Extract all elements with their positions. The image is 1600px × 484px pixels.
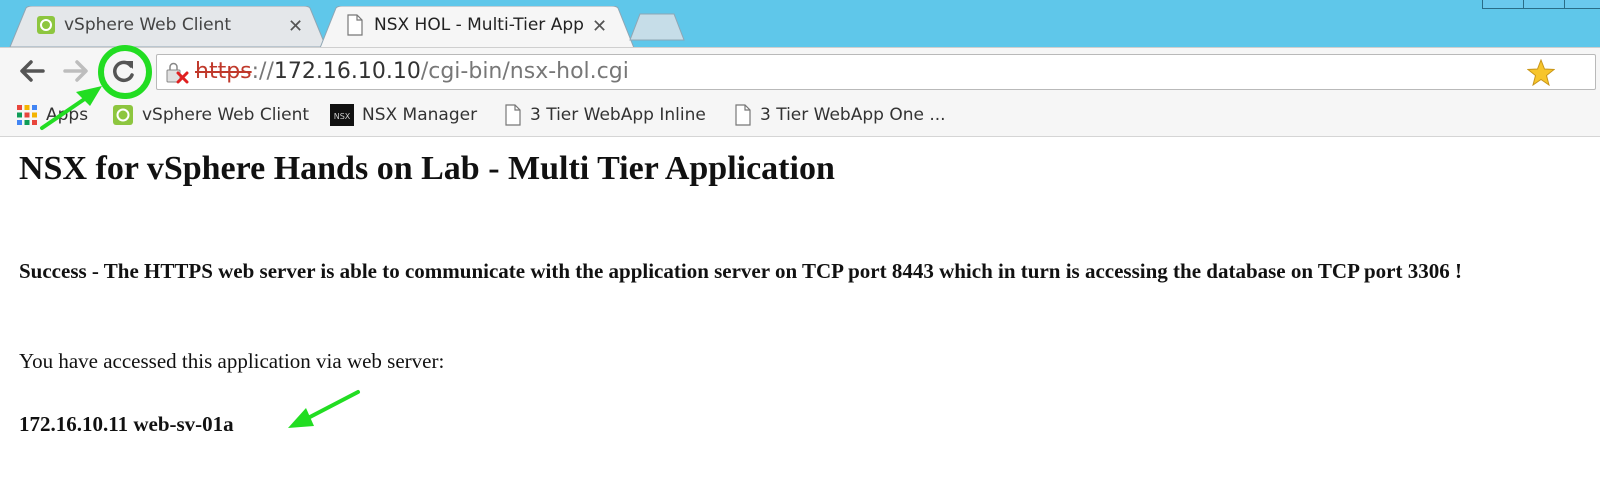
- nsx-icon: NSX: [330, 104, 354, 126]
- document-icon: [505, 104, 521, 126]
- url-scheme: https: [195, 59, 252, 84]
- tab-label: vSphere Web Client: [64, 15, 232, 35]
- bookmark-3-tier-webapp-one[interactable]: 3 Tier WebApp One ...: [734, 102, 946, 128]
- server-info: 172.16.10.11 web-sv-01a: [19, 412, 234, 436]
- tab-vsphere-web-client[interactable]: vSphere Web Client ✕: [8, 6, 328, 47]
- bookmark-vsphere-web-client[interactable]: vSphere Web Client: [112, 102, 309, 128]
- bookmark-nsx-manager[interactable]: NSX NSX Manager: [330, 102, 477, 128]
- bookmark-label: Apps: [46, 105, 89, 125]
- bookmark-star-icon[interactable]: [1527, 59, 1555, 86]
- bookmarks-bar: Apps vSphere Web Client NSX NSX Manager …: [0, 94, 1600, 137]
- svg-text:NSX: NSX: [334, 112, 351, 121]
- apps-grid-icon: [17, 105, 37, 125]
- bookmark-label: 3 Tier WebApp One ...: [760, 105, 946, 125]
- success-message: Success - The HTTPS web server is able t…: [19, 259, 1462, 283]
- url-path: /cgi-bin/nsx-hol.cgi: [420, 59, 629, 84]
- toolbar: https://172.16.10.10/cgi-bin/nsx-hol.cgi: [0, 47, 1600, 95]
- access-text: You have accessed this application via w…: [19, 349, 445, 373]
- vsphere-icon: [37, 16, 55, 34]
- bookmark-label: vSphere Web Client: [142, 105, 310, 125]
- url-text: https://172.16.10.10/cgi-bin/nsx-hol.cgi: [195, 59, 629, 85]
- tab-label: NSX HOL - Multi-Tier App: [374, 15, 584, 35]
- vsphere-icon: [113, 105, 133, 125]
- tab-strip: vSphere Web Client ✕ NSX HOL - Multi-Tie…: [0, 0, 1600, 48]
- tab-nsx-hol[interactable]: NSX HOL - Multi-Tier App ✕: [318, 6, 636, 48]
- new-tab-button[interactable]: [628, 6, 686, 47]
- close-window-button[interactable]: [1564, 0, 1600, 9]
- forward-arrow-icon: [63, 60, 88, 82]
- bookmark-label: 3 Tier WebApp Inline: [530, 105, 706, 125]
- address-bar[interactable]: https://172.16.10.10/cgi-bin/nsx-hol.cgi: [156, 54, 1596, 90]
- document-icon: [735, 104, 751, 126]
- url-host: 172.16.10.10: [273, 59, 421, 84]
- close-tab-icon[interactable]: ✕: [288, 18, 303, 36]
- back-arrow-icon: [20, 60, 45, 82]
- forward-button[interactable]: [60, 56, 92, 86]
- annotation-arrow-server: [288, 390, 360, 428]
- bookmark-label: NSX Manager: [362, 105, 478, 125]
- bookmark-apps[interactable]: Apps: [16, 102, 88, 128]
- back-button[interactable]: [16, 56, 48, 86]
- new-tab-icon: [629, 13, 685, 41]
- reload-button[interactable]: [108, 56, 140, 86]
- document-icon: [347, 14, 363, 36]
- bookmark-3-tier-webapp-inline[interactable]: 3 Tier WebApp Inline: [504, 102, 706, 128]
- maximize-button[interactable]: [1523, 0, 1565, 9]
- reload-icon: [113, 60, 134, 83]
- minimize-button[interactable]: [1482, 0, 1524, 9]
- url-separator: ://: [251, 59, 274, 84]
- close-tab-icon[interactable]: ✕: [592, 18, 607, 36]
- page-title: NSX for vSphere Hands on Lab - Multi Tie…: [19, 150, 835, 187]
- insecure-lock-icon: [166, 62, 189, 84]
